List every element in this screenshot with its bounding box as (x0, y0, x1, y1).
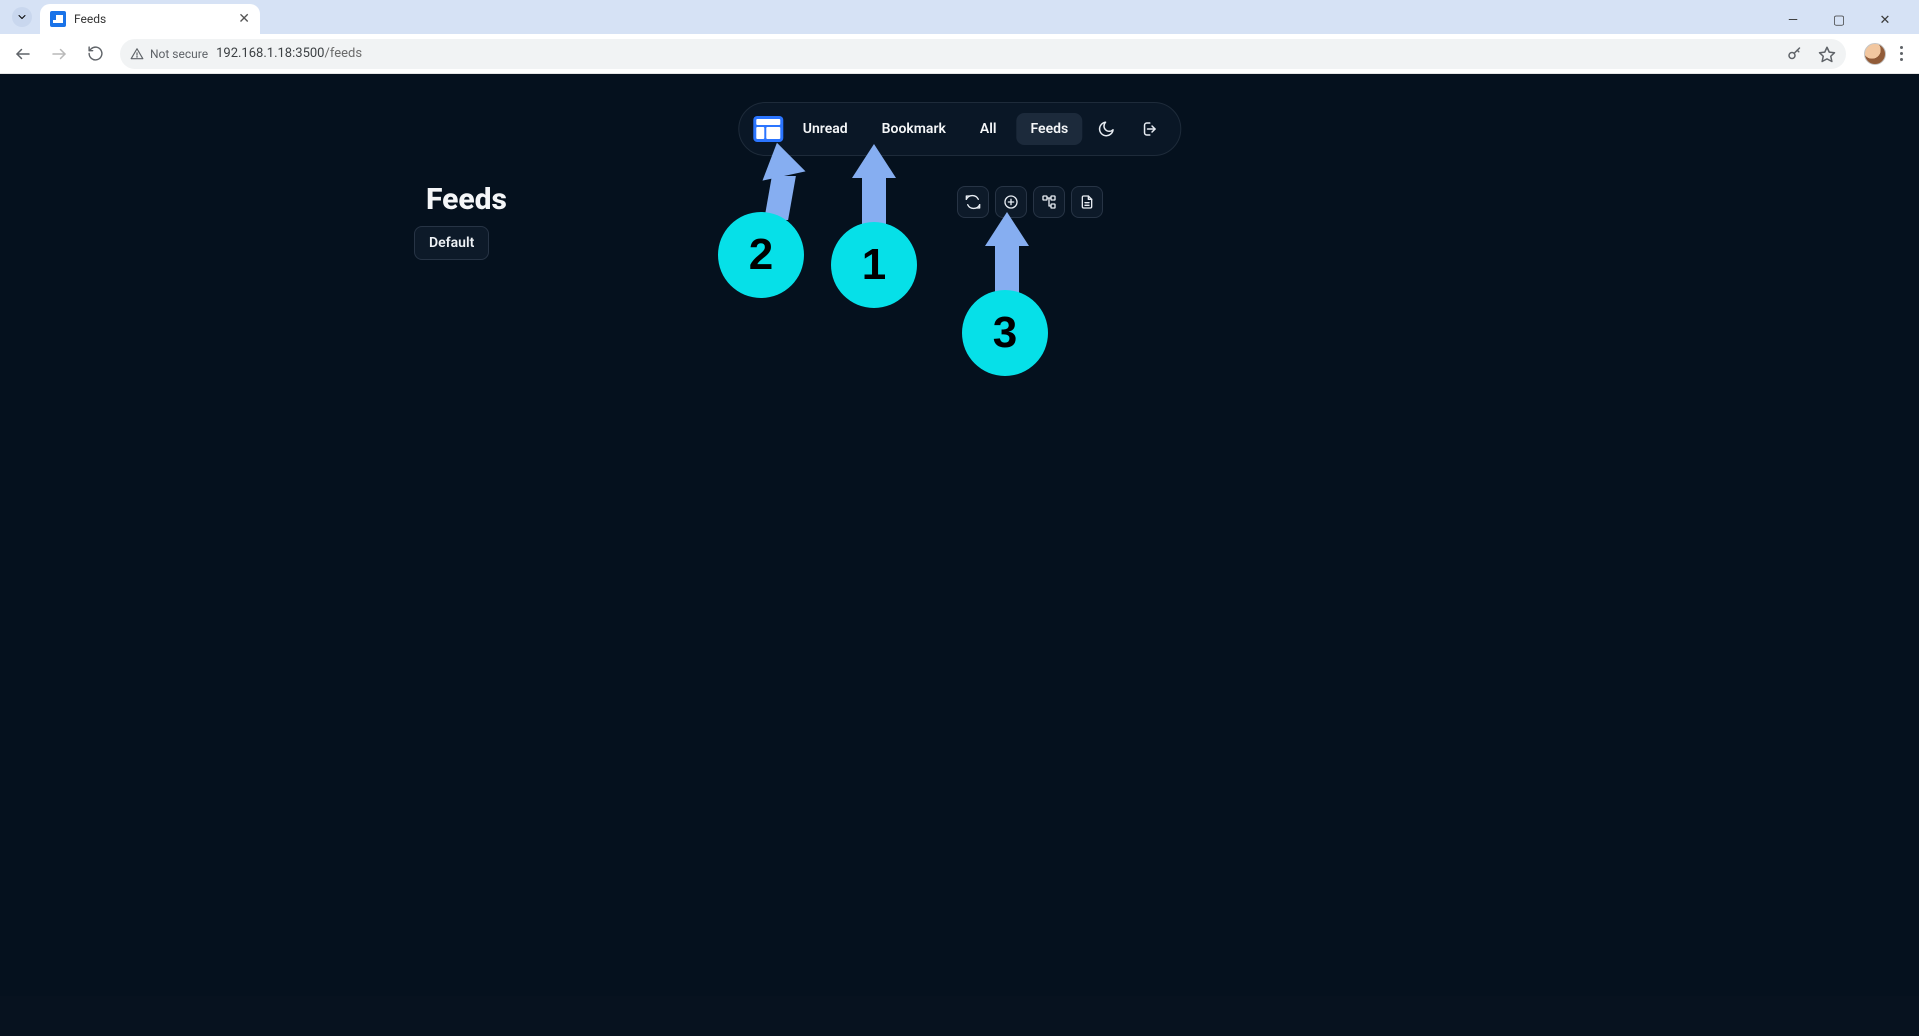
security-label: Not secure (150, 47, 208, 61)
nav-back-button[interactable] (6, 38, 40, 70)
nav-all[interactable]: All (966, 113, 1011, 145)
annotation-bubble-1: 1 (831, 222, 917, 308)
logout-button[interactable] (1130, 111, 1166, 147)
address-bar[interactable]: Not secure 192.168.1.18:3500/feeds (120, 39, 1846, 69)
profile-avatar[interactable] (1864, 43, 1886, 65)
warning-icon (130, 47, 144, 61)
annotation-arrow-3 (985, 212, 1029, 298)
logout-icon (1139, 120, 1157, 138)
browser-toolbar: Not secure 192.168.1.18:3500/feeds (0, 34, 1919, 74)
tab-title: Feeds (74, 12, 106, 26)
page-title: Feeds (426, 182, 507, 217)
manage-categories-button[interactable] (1033, 186, 1065, 218)
nav-bookmark[interactable]: Bookmark (868, 113, 960, 145)
url-path: /feeds (325, 46, 363, 61)
bottom-bar (0, 996, 1919, 1036)
security-chip[interactable]: Not secure (130, 47, 208, 61)
window-maximize-button[interactable]: ▢ (1825, 13, 1853, 28)
moon-icon (1097, 120, 1115, 138)
nav-forward-button[interactable] (42, 38, 76, 70)
window-close-button[interactable]: ✕ (1871, 13, 1899, 28)
refresh-icon (965, 194, 981, 210)
annotation-bubble-3: 3 (962, 290, 1048, 376)
import-opml-button[interactable] (1071, 186, 1103, 218)
feed-actions (957, 186, 1103, 218)
bookmark-star-icon[interactable] (1818, 45, 1836, 63)
annotation-bubble-2: 2 (718, 212, 804, 298)
url-host: 192.168.1.18:3500 (216, 46, 324, 61)
url-text: 192.168.1.18:3500/feeds (216, 46, 362, 61)
theme-toggle-button[interactable] (1088, 111, 1124, 147)
plus-circle-icon (1003, 194, 1019, 210)
app-logo-icon[interactable] (753, 116, 783, 142)
tab-search-button[interactable] (12, 7, 32, 27)
category-default-chip[interactable]: Default (414, 226, 489, 260)
browser-tabstrip: Feeds ✕ — ▢ ✕ (0, 0, 1919, 34)
tab-close-button[interactable]: ✕ (238, 11, 250, 27)
window-minimize-button[interactable]: — (1779, 13, 1807, 28)
nav-feeds[interactable]: Feeds (1017, 113, 1083, 145)
browser-menu-button[interactable] (1900, 46, 1903, 61)
password-key-icon[interactable] (1786, 45, 1804, 63)
file-icon (1079, 194, 1095, 210)
nav-unread[interactable]: Unread (789, 113, 862, 145)
tree-icon (1041, 194, 1057, 210)
nav-reload-button[interactable] (78, 38, 112, 70)
refresh-feeds-button[interactable] (957, 186, 989, 218)
app-viewport: Unread Bookmark All Feeds Feeds Default (0, 74, 1919, 1036)
window-controls: — ▢ ✕ (1779, 13, 1911, 34)
annotation-arrow-1 (852, 144, 896, 230)
app-nav: Unread Bookmark All Feeds (738, 102, 1181, 156)
add-feed-button[interactable] (995, 186, 1027, 218)
tab-favicon (50, 11, 66, 27)
browser-tab[interactable]: Feeds ✕ (40, 4, 260, 34)
